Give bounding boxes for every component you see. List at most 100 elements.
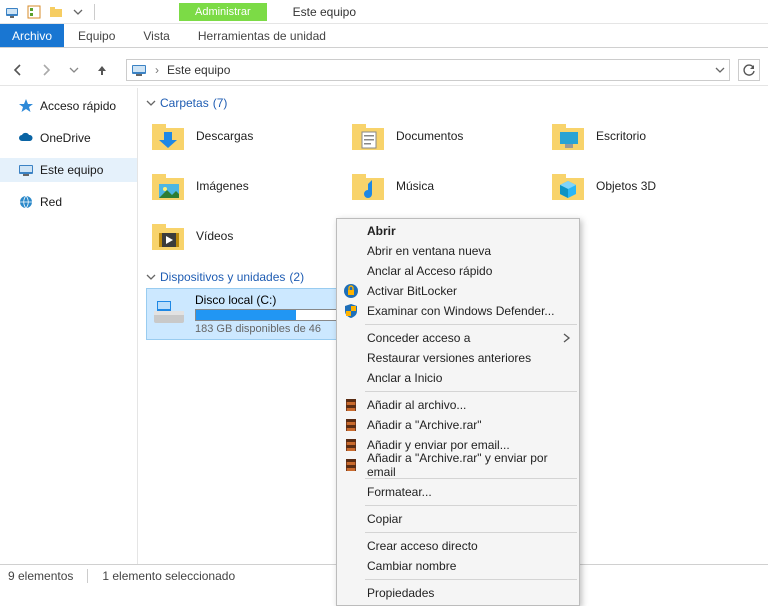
ribbon-tabs: Archivo Equipo Vista Herramientas de uni… <box>0 24 768 48</box>
sidebar-item-thispc[interactable]: Este equipo <box>0 158 137 182</box>
status-item-count: 9 elementos <box>8 569 73 583</box>
nav-up-button[interactable] <box>92 60 112 80</box>
menu-separator <box>365 505 577 506</box>
nav-forward-button[interactable] <box>36 60 56 80</box>
contextual-tab-manage[interactable]: Administrar <box>179 3 267 21</box>
sidebar-item-quick-access[interactable]: Acceso rápido <box>0 94 137 118</box>
separator <box>87 569 88 583</box>
nav-back-button[interactable] <box>8 60 28 80</box>
folder-downloads[interactable]: Descargas <box>146 114 346 158</box>
menu-item[interactable]: Añadir a "Archive.rar" y enviar por emai… <box>337 455 579 475</box>
menu-item[interactable]: Propiedades <box>337 583 579 603</box>
downloads-icon <box>150 118 186 154</box>
app-icon <box>4 4 20 20</box>
menu-item[interactable]: Anclar al Acceso rápido <box>337 261 579 281</box>
refresh-button[interactable] <box>738 59 760 81</box>
sidebar-item-label: Red <box>40 195 62 209</box>
folder-videos[interactable]: Vídeos <box>146 214 346 258</box>
sidebar-item-label: Este equipo <box>40 163 103 177</box>
menu-item[interactable]: Crear acceso directo <box>337 536 579 556</box>
menu-item-label: Anclar a Inicio <box>367 371 442 385</box>
documents-icon <box>350 118 386 154</box>
rar-icon <box>343 417 359 433</box>
nav-recent-dropdown[interactable] <box>64 60 84 80</box>
qat-dropdown-icon[interactable] <box>70 4 86 20</box>
navigation-pane: Acceso rápido OneDrive Este equipo Red <box>0 88 138 564</box>
menu-item[interactable]: Activar BitLocker <box>337 281 579 301</box>
menu-separator <box>365 391 577 392</box>
pc-icon <box>131 62 147 78</box>
menu-separator <box>365 532 577 533</box>
chevron-down-icon <box>146 272 156 282</box>
objects-3d-icon <box>550 168 586 204</box>
menu-item-label: Abrir en ventana nueva <box>367 244 491 258</box>
menu-item-label: Añadir al archivo... <box>367 398 466 412</box>
menu-item[interactable]: Restaurar versiones anteriores <box>337 348 579 368</box>
folder-label: Objetos 3D <box>596 179 656 193</box>
rar-icon <box>343 457 359 473</box>
ribbon-tab-file[interactable]: Archivo <box>0 24 64 47</box>
breadcrumb-current[interactable]: Este equipo <box>167 63 230 77</box>
menu-item-label: Conceder acceso a <box>367 331 470 345</box>
group-label: Carpetas <box>160 96 209 110</box>
group-count: (2) <box>289 270 304 284</box>
ribbon-tab-equipo[interactable]: Equipo <box>64 24 129 47</box>
folder-3dobjects[interactable]: Objetos 3D <box>546 164 746 208</box>
menu-item-label: Propiedades <box>367 586 434 600</box>
menu-item-label: Restaurar versiones anteriores <box>367 351 531 365</box>
breadcrumb-sep: › <box>155 63 159 77</box>
menu-separator <box>365 579 577 580</box>
group-count: (7) <box>213 96 228 110</box>
folder-label: Documentos <box>396 129 463 143</box>
menu-item[interactable]: Añadir a "Archive.rar" <box>337 415 579 435</box>
qat-properties-icon[interactable] <box>26 4 42 20</box>
separator <box>94 4 95 20</box>
pictures-icon <box>150 168 186 204</box>
menu-item[interactable]: Copiar <box>337 509 579 529</box>
menu-item[interactable]: Conceder acceso a <box>337 328 579 348</box>
menu-item[interactable]: Abrir <box>337 221 579 241</box>
menu-item-label: Añadir y enviar por email... <box>367 438 510 452</box>
defender-icon <box>343 303 359 319</box>
menu-item-label: Crear acceso directo <box>367 539 478 553</box>
menu-item-label: Copiar <box>367 512 402 526</box>
menu-separator <box>365 324 577 325</box>
menu-item[interactable]: Examinar con Windows Defender... <box>337 301 579 321</box>
address-bar[interactable]: › Este equipo <box>126 59 730 81</box>
folder-documents[interactable]: Documentos <box>346 114 546 158</box>
folder-label: Escritorio <box>596 129 646 143</box>
menu-item[interactable]: Añadir al archivo... <box>337 395 579 415</box>
folder-desktop[interactable]: Escritorio <box>546 114 746 158</box>
address-dropdown-icon[interactable] <box>715 65 725 75</box>
menu-item[interactable]: Formatear... <box>337 482 579 502</box>
drive-capacity-fill <box>196 310 296 320</box>
menu-item[interactable]: Abrir en ventana nueva <box>337 241 579 261</box>
folder-pictures[interactable]: Imágenes <box>146 164 346 208</box>
sidebar-item-onedrive[interactable]: OneDrive <box>0 126 137 150</box>
videos-icon <box>150 218 186 254</box>
menu-item-label: Cambiar nombre <box>367 559 456 573</box>
desktop-icon <box>550 118 586 154</box>
ribbon-tab-vista[interactable]: Vista <box>129 24 183 47</box>
sidebar-item-network[interactable]: Red <box>0 190 137 214</box>
menu-item-label: Añadir a "Archive.rar" y enviar por emai… <box>367 451 571 479</box>
folder-label: Vídeos <box>196 229 233 243</box>
menu-item-label: Examinar con Windows Defender... <box>367 304 554 318</box>
menu-item-label: Abrir <box>367 224 396 238</box>
menu-item[interactable]: Cambiar nombre <box>337 556 579 576</box>
drive-local-c[interactable]: Disco local (C:) 183 GB disponibles de 4… <box>146 288 366 340</box>
star-icon <box>18 98 34 114</box>
pc-icon <box>18 162 34 178</box>
menu-item-label: Activar BitLocker <box>367 284 457 298</box>
folder-label: Música <box>396 179 434 193</box>
chevron-down-icon <box>146 98 156 108</box>
folder-label: Imágenes <box>196 179 249 193</box>
folder-music[interactable]: Música <box>346 164 546 208</box>
titlebar: Administrar Este equipo <box>0 0 768 24</box>
menu-item-label: Formatear... <box>367 485 432 499</box>
group-header-folders[interactable]: Carpetas (7) <box>146 96 760 110</box>
qat-new-folder-icon[interactable] <box>48 4 64 20</box>
ribbon-tab-herramientas[interactable]: Herramientas de unidad <box>184 24 340 47</box>
bitlocker-icon <box>343 283 359 299</box>
menu-item[interactable]: Anclar a Inicio <box>337 368 579 388</box>
